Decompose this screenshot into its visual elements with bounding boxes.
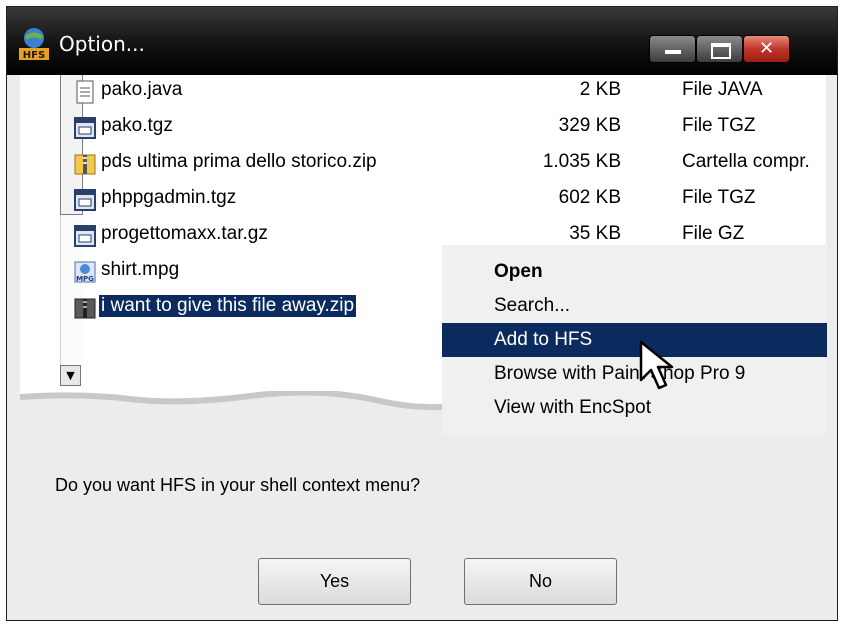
option-dialog-window: HFS Option... ✕ ▼ pako.java 2 KB File JA…	[6, 6, 838, 621]
no-button[interactable]: No	[464, 558, 617, 605]
file-name: progettomaxx.tar.gz	[101, 223, 268, 244]
hfs-app-icon: HFS	[19, 28, 49, 61]
text-file-icon	[76, 80, 94, 104]
file-name: phppgadmin.tgz	[101, 187, 237, 208]
file-type: File GZ	[682, 223, 745, 244]
file-size: 2 KB	[579, 79, 621, 100]
archive-file-icon	[74, 189, 96, 211]
context-menu: Open Search... Add to HFS Browse with Pa…	[442, 245, 827, 435]
zip-folder-icon	[74, 298, 96, 319]
dialog-message: Do you want HFS in your shell context me…	[55, 475, 421, 495]
file-size: 602 KB	[558, 187, 621, 208]
window-title: Option...	[59, 32, 145, 56]
file-row[interactable]: pako.java 2 KB File JAVA	[70, 75, 830, 109]
file-name: i want to give this file away.zip	[99, 295, 357, 317]
menu-item-search[interactable]: Search...	[442, 289, 827, 323]
maximize-button[interactable]	[696, 35, 743, 63]
menu-item-add-to-hfs[interactable]: Add to HFS	[442, 323, 827, 357]
file-size: 35 KB	[569, 223, 621, 244]
svg-text:MPG: MPG	[76, 275, 94, 283]
menu-item-browse-paint-shop[interactable]: Browse with Paint Shop Pro 9	[442, 357, 827, 391]
file-type: File TGZ	[682, 187, 756, 208]
title-bar[interactable]: HFS Option... ✕	[7, 7, 837, 75]
file-name: shirt.mpg	[101, 259, 180, 280]
file-name: pako.java	[101, 79, 183, 100]
close-icon: ✕	[758, 38, 775, 59]
file-name: pds ultima prima dello storico.zip	[101, 151, 377, 172]
file-type: File JAVA	[682, 79, 763, 100]
menu-item-open[interactable]: Open	[442, 255, 827, 289]
file-row[interactable]: pds ultima prima dello storico.zip 1.035…	[70, 147, 830, 181]
file-row[interactable]: phppgadmin.tgz 602 KB File TGZ	[70, 183, 830, 217]
file-type: File TGZ	[682, 115, 756, 136]
close-button[interactable]: ✕	[743, 35, 790, 63]
minimize-button[interactable]	[649, 35, 696, 63]
mouse-pointer-icon	[639, 340, 674, 390]
file-row[interactable]: pako.tgz 329 KB File TGZ	[70, 111, 830, 145]
zip-folder-icon	[74, 154, 96, 175]
archive-file-icon	[74, 225, 96, 247]
archive-file-icon	[74, 117, 96, 139]
svg-text:HFS: HFS	[23, 50, 45, 61]
yes-button[interactable]: Yes	[258, 558, 411, 605]
file-type: Cartella compr.	[682, 151, 810, 172]
video-file-icon: MPG	[74, 261, 96, 283]
file-size: 1.035 KB	[542, 151, 621, 172]
scroll-down-button[interactable]: ▼	[60, 365, 81, 386]
menu-item-view-encspot[interactable]: View with EncSpot	[442, 391, 827, 425]
file-name: pako.tgz	[101, 115, 173, 136]
file-size: 329 KB	[558, 115, 621, 136]
